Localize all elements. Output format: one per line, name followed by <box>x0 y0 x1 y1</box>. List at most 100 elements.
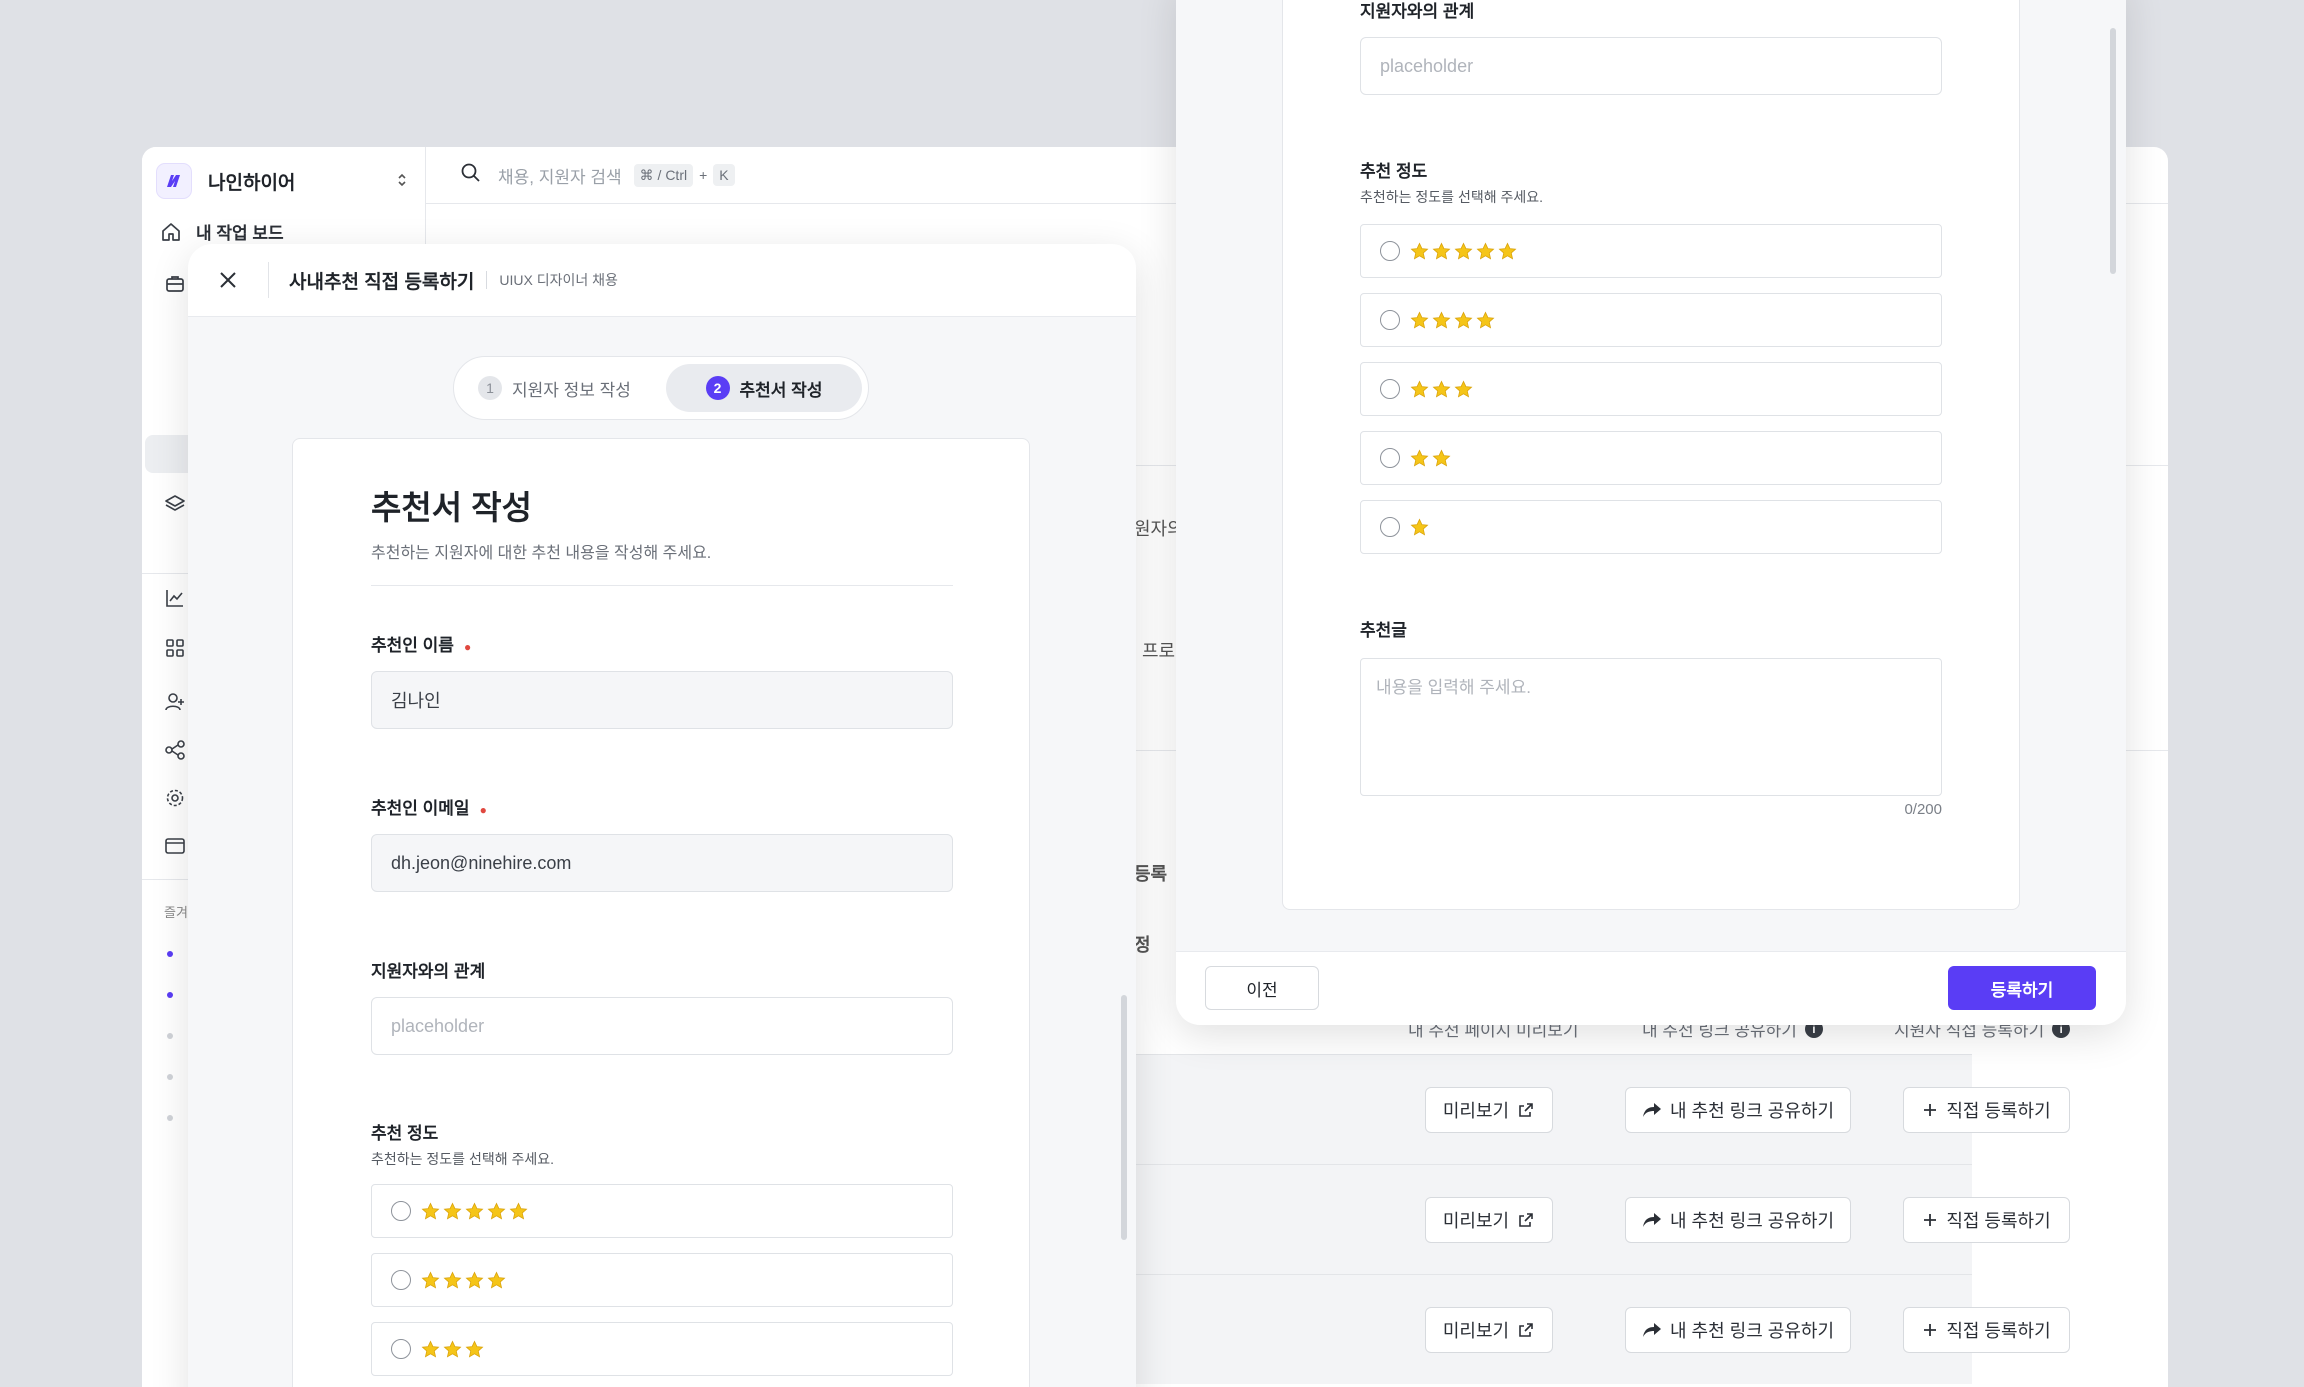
radio-button[interactable] <box>1380 379 1400 399</box>
star-icon <box>1410 311 1429 328</box>
rating-option-5[interactable] <box>1360 224 1942 278</box>
layers-icon[interactable] <box>164 493 186 515</box>
star-icon <box>1432 311 1451 328</box>
modal-subtitle: UIUX 디자이너 채용 <box>486 271 618 289</box>
preview-button[interactable]: 미리보기 <box>1425 1087 1553 1133</box>
name-label: 추천인 이름 ● <box>371 636 472 655</box>
plus-icon <box>1922 1212 1938 1228</box>
radio-button[interactable] <box>1380 517 1400 537</box>
user-plus-icon[interactable] <box>164 691 186 713</box>
form-card: 지원자와의 관계 추천 정도 추천하는 정도를 선택해 주세요. 추천글 0/2… <box>1282 0 2020 910</box>
rating-option-5[interactable] <box>371 1184 953 1238</box>
radio-button[interactable] <box>1380 448 1400 468</box>
register-modal-scrolled: 지원자와의 관계 추천 정도 추천하는 정도를 선택해 주세요. 추천글 0/2… <box>1176 0 2126 1025</box>
register-direct-button[interactable]: 직접 등록하기 <box>1903 1197 2070 1243</box>
step-number: 2 <box>705 376 730 400</box>
preview-button[interactable]: 미리보기 <box>1425 1307 1553 1353</box>
star-icon <box>1476 311 1495 328</box>
radio-button[interactable] <box>391 1339 411 1359</box>
star-icon <box>443 1271 462 1288</box>
share-link-button[interactable]: 내 추천 링크 공유하기 <box>1625 1307 1851 1353</box>
recommend-textarea[interactable] <box>1360 658 1942 796</box>
star-icon <box>443 1340 462 1357</box>
background-text-fragment: 정 <box>1134 935 1151 955</box>
background-text-fragment: 프로 <box>1142 641 1176 661</box>
rating-label: 추천 정도 <box>371 1124 439 1143</box>
star-rating <box>421 1340 484 1359</box>
relation-input[interactable] <box>1360 37 1942 95</box>
recommender-name-input[interactable] <box>371 671 953 729</box>
rating-help: 추천하는 정도를 선택해 주세요. <box>371 1151 554 1167</box>
star-icon <box>421 1202 440 1219</box>
preview-button[interactable]: 미리보기 <box>1425 1197 1553 1243</box>
left-modal-scrollbar[interactable] <box>1121 995 1127 1240</box>
star-icon <box>1454 242 1473 259</box>
chart-line-icon[interactable] <box>164 587 186 609</box>
header-divider <box>268 262 269 298</box>
star-rating <box>421 1202 528 1221</box>
gear-icon[interactable] <box>164 787 186 809</box>
modal-header: 사내추천 직접 등록하기 UIUX 디자이너 채용 <box>188 244 1136 317</box>
rating-option-3[interactable] <box>1360 362 1942 416</box>
star-rating <box>1410 449 1451 468</box>
favorite-dot[interactable] <box>167 992 173 998</box>
star-icon <box>1432 449 1451 466</box>
rating-option-4[interactable] <box>371 1253 953 1307</box>
rating-option-3[interactable] <box>371 1322 953 1376</box>
recommender-email-input[interactable] <box>371 834 953 892</box>
close-icon[interactable] <box>188 244 268 317</box>
favorite-dot[interactable] <box>167 951 173 957</box>
share-nodes-icon[interactable] <box>164 739 186 761</box>
star-icon <box>1410 380 1429 397</box>
shortcut-mod: ⌘ / Ctrl <box>633 163 694 187</box>
form-title: 추천서 작성 <box>371 489 532 526</box>
register-direct-button[interactable]: 직접 등록하기 <box>1903 1087 2070 1133</box>
required-dot: ● <box>479 802 487 817</box>
star-icon <box>465 1202 484 1219</box>
rating-help: 추천하는 정도를 선택해 주세요. <box>1360 189 1543 205</box>
step-2[interactable]: 2 추천서 작성 <box>666 364 862 412</box>
relation-input[interactable] <box>371 997 953 1055</box>
form-description: 추천하는 지원자에 대한 추천 내용을 작성해 주세요. <box>371 545 712 562</box>
star-icon <box>1498 242 1517 259</box>
step-1[interactable]: 1 지원자 정보 작성 <box>478 364 666 412</box>
favorite-dot[interactable] <box>167 1074 173 1080</box>
star-icon <box>1454 380 1473 397</box>
sidebar-item-label: 내 작업 보드 <box>196 224 284 243</box>
right-modal-scrollbar[interactable] <box>2110 28 2116 274</box>
char-counter: 0/200 <box>1904 801 1942 818</box>
briefcase-icon[interactable] <box>164 273 186 295</box>
shortcut-key: K <box>713 164 735 186</box>
sidebar-item-my-board[interactable]: 내 작업 보드 <box>160 219 284 244</box>
share-link-button[interactable]: 내 추천 링크 공유하기 <box>1625 1197 1851 1243</box>
share-arrow-icon <box>1642 1101 1662 1119</box>
radio-button[interactable] <box>1380 241 1400 261</box>
star-rating <box>1410 380 1473 399</box>
favorites-label: 즐겨 <box>164 905 188 920</box>
star-icon <box>509 1202 528 1219</box>
register-direct-button[interactable]: 직접 등록하기 <box>1903 1307 2070 1353</box>
prev-button[interactable]: 이전 <box>1205 966 1319 1010</box>
radio-button[interactable] <box>391 1270 411 1290</box>
star-icon <box>421 1340 440 1357</box>
grid-icon[interactable] <box>164 637 186 659</box>
star-rating <box>1410 242 1517 261</box>
rating-option-4[interactable] <box>1360 293 1942 347</box>
external-link-icon <box>1517 1321 1535 1339</box>
search-icon <box>460 162 482 189</box>
form-card: 추천서 작성 추천하는 지원자에 대한 추천 내용을 작성해 주세요. 추천인 … <box>292 438 1030 1387</box>
external-link-icon <box>1517 1101 1535 1119</box>
star-icon <box>443 1202 462 1219</box>
radio-button[interactable] <box>1380 310 1400 330</box>
favorite-dot[interactable] <box>167 1115 173 1121</box>
share-link-button[interactable]: 내 추천 링크 공유하기 <box>1625 1087 1851 1133</box>
rating-option-1[interactable] <box>1360 500 1942 554</box>
workspace-switcher[interactable]: 나인하이어 <box>156 159 412 203</box>
rating-option-2[interactable] <box>1360 431 1942 485</box>
window-icon[interactable] <box>164 835 186 857</box>
submit-button[interactable]: 등록하기 <box>1948 966 2096 1010</box>
star-rating <box>1410 518 1429 537</box>
favorite-dot[interactable] <box>167 1033 173 1039</box>
chevron-updown-icon <box>392 172 412 191</box>
radio-button[interactable] <box>391 1201 411 1221</box>
